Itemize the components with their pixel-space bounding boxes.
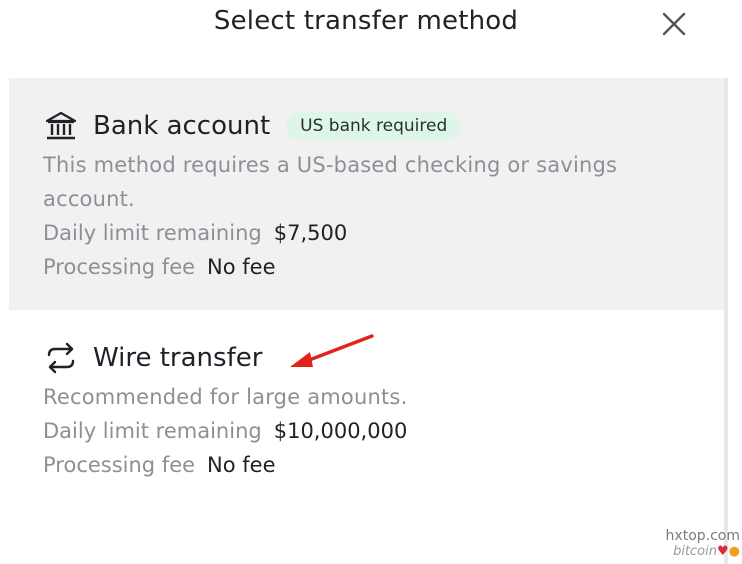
processing-fee-row: Processing fee No fee — [43, 250, 276, 284]
bank-icon — [43, 108, 79, 144]
close-button[interactable] — [656, 6, 692, 42]
requirement-badge: US bank required — [286, 112, 462, 140]
dialog-header: Select transfer method — [0, 0, 742, 56]
daily-limit-row: Daily limit remaining $7,500 — [43, 216, 347, 250]
option-bank-account[interactable]: Bank account US bank required This metho… — [9, 78, 724, 310]
watermark: hxtop.com bitcoin♥● — [660, 528, 740, 560]
daily-limit-row: Daily limit remaining $10,000,000 — [43, 414, 407, 448]
option-description: Recommended for large amounts. — [43, 385, 408, 409]
processing-fee-value: No fee — [207, 255, 276, 279]
processing-fee-row: Processing fee No fee — [43, 448, 276, 482]
red-arrow-icon — [290, 334, 374, 367]
watermark-brand: bitcoin — [673, 544, 717, 559]
bitcoin-coin-icon: ● — [728, 544, 740, 559]
daily-limit-value: $7,500 — [273, 221, 348, 245]
option-header: Bank account US bank required — [43, 104, 462, 148]
daily-limit-label: Daily limit remaining — [43, 221, 262, 245]
transfer-method-dialog: Select transfer method Bank account US b… — [0, 0, 742, 564]
option-header: Wire transfer — [43, 336, 262, 380]
heart-icon: ♥ — [717, 544, 729, 559]
close-icon — [662, 12, 686, 36]
scrollbar[interactable] — [724, 78, 728, 564]
processing-fee-value: No fee — [207, 453, 276, 477]
option-description: This method requires a US-based checking… — [43, 153, 618, 211]
watermark-site: hxtop.com — [665, 528, 740, 544]
processing-fee-label: Processing fee — [43, 255, 196, 279]
processing-fee-label: Processing fee — [43, 453, 196, 477]
transfer-options-list: Bank account US bank required This metho… — [9, 78, 724, 564]
option-label: Wire transfer — [93, 343, 263, 373]
dialog-title: Select transfer method — [213, 6, 519, 36]
option-label: Bank account — [93, 111, 271, 141]
daily-limit-value: $10,000,000 — [273, 419, 408, 443]
daily-limit-label: Daily limit remaining — [43, 419, 262, 443]
swap-arrows-icon — [43, 340, 79, 376]
